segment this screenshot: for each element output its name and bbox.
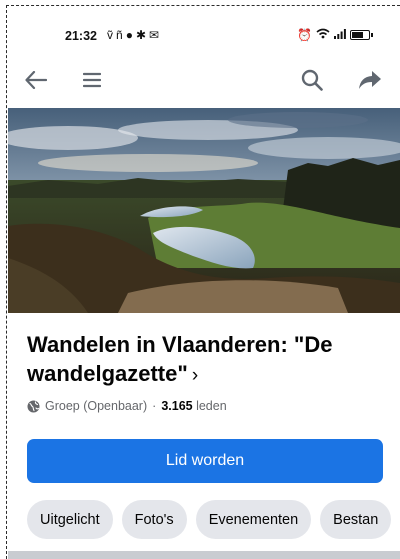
tab-fotos[interactable]: Foto's <box>121 500 187 539</box>
tab-evenementen[interactable]: Evenementen <box>195 500 312 539</box>
status-right-icons: ⏰ <box>297 28 373 42</box>
group-privacy: Groep (Openbaar) <box>45 399 148 413</box>
signal-icon <box>334 28 346 42</box>
status-left-icons: ṽñ●✱✉ <box>107 28 162 42</box>
facebook-icon: ● <box>125 28 136 42</box>
top-navigation-bar <box>8 60 400 100</box>
alarm-icon: ⏰ <box>297 28 312 42</box>
join-group-button[interactable]: Lid worden <box>27 439 383 483</box>
group-title-text: Wandelen in Vlaanderen: "De wandelgazett… <box>27 332 333 386</box>
share-button[interactable] <box>356 66 384 94</box>
vpn-icon: ṽñ <box>107 28 126 42</box>
member-count: 3.165 <box>161 399 193 413</box>
tab-bestanden[interactable]: Bestan <box>320 500 392 539</box>
bug-icon: ✱ <box>135 28 149 42</box>
battery-icon <box>350 30 373 40</box>
hamburger-icon <box>83 72 101 88</box>
group-cover-photo[interactable] <box>8 108 400 313</box>
group-title[interactable]: Wandelen in Vlaanderen: "De wandelgazett… <box>27 330 387 390</box>
group-tabs: Uitgelicht Foto's Evenementen Bestan <box>27 500 392 539</box>
dashed-frame-left <box>6 5 7 559</box>
meta-separator: · <box>152 399 157 413</box>
search-icon <box>301 69 323 91</box>
dashed-frame-top <box>6 5 400 6</box>
chevron-right-icon: › <box>191 365 199 386</box>
wifi-icon <box>316 28 330 42</box>
back-button[interactable] <box>22 66 50 94</box>
section-divider <box>8 551 400 559</box>
group-meta: Groep (Openbaar) · 3.165 leden <box>27 399 227 413</box>
members-label: leden <box>196 399 227 413</box>
status-bar: 21:32 ṽñ●✱✉ ⏰ <box>8 26 400 48</box>
status-time: 21:32 <box>65 29 97 43</box>
share-icon <box>359 71 381 89</box>
menu-button[interactable] <box>78 66 106 94</box>
tab-uitgelicht[interactable]: Uitgelicht <box>27 500 113 539</box>
arrow-left-icon <box>25 71 47 89</box>
globe-icon <box>27 400 40 412</box>
mail-icon: ✉ <box>149 28 163 42</box>
search-button[interactable] <box>298 66 326 94</box>
